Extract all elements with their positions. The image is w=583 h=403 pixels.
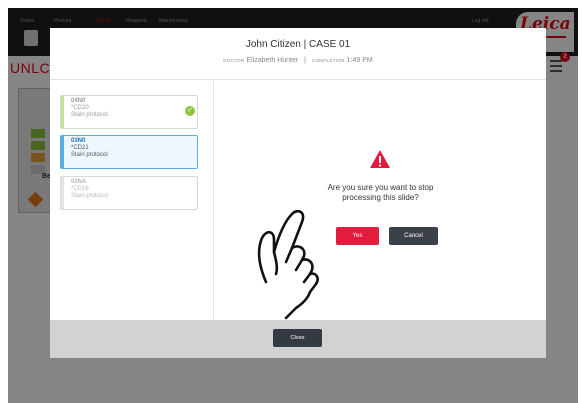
slide-card[interactable]: 04N0 *CD20 Stain protocol ✓ — [60, 95, 198, 129]
slide-id: 02NA — [71, 179, 87, 185]
modal-footer: Close — [50, 320, 546, 358]
slide-status-bar — [61, 96, 64, 128]
subtitle-separator: | — [304, 57, 306, 64]
modal-title: John Citizen | CASE 01 — [245, 39, 351, 50]
completion-caption: COMPLETION — [311, 58, 345, 63]
doctor-caption: DOCTOR — [223, 58, 245, 63]
slide-protocol: Stain protocol — [71, 152, 108, 158]
doctor-name: Elizabeth Hunter — [246, 57, 299, 64]
slide-status-bar — [61, 136, 64, 168]
slide-id: 03N0 — [71, 138, 86, 144]
close-button[interactable]: Close — [273, 329, 322, 347]
slide-id: 04N0 — [71, 98, 86, 104]
slide-card[interactable]: 02NA *CD16 Stain protocol — [60, 176, 198, 210]
slide-status-bar — [61, 177, 64, 209]
slide-card-selected[interactable]: 03N0 *CD21 Stain protocol — [60, 135, 198, 169]
confirm-line-2: processing this slide? — [342, 193, 419, 202]
slide-marker: *CD21 — [71, 145, 89, 151]
slide-marker: *CD16 — [71, 186, 89, 192]
warning-triangle-icon — [370, 150, 390, 168]
app-screen: Status Preload Unload Reagents Maintenan… — [8, 8, 578, 403]
modal-subtitle: DOCTOR Elizabeth Hunter | COMPLETION 1:4… — [50, 57, 546, 64]
slide-protocol: Stain protocol — [71, 112, 108, 118]
slide-protocol: Stain protocol — [71, 193, 108, 199]
modal-header: John Citizen | CASE 01 DOCTOR Elizabeth … — [50, 28, 546, 80]
slide-marker: *CD20 — [71, 105, 89, 111]
confirm-line-1: Are you sure you want to stop — [327, 183, 434, 192]
cancel-button[interactable]: Cancel — [389, 227, 438, 245]
check-circle-icon: ✓ — [185, 106, 195, 116]
hand-pointer-icon — [257, 209, 319, 320]
confirm-message: Are you sure you want to stop processing… — [215, 183, 546, 203]
slide-list: 04N0 *CD20 Stain protocol ✓ 03N0 *CD21 S… — [50, 81, 214, 320]
completion-time: 1:49 PM — [346, 57, 373, 64]
yes-button[interactable]: Yes — [336, 227, 379, 245]
